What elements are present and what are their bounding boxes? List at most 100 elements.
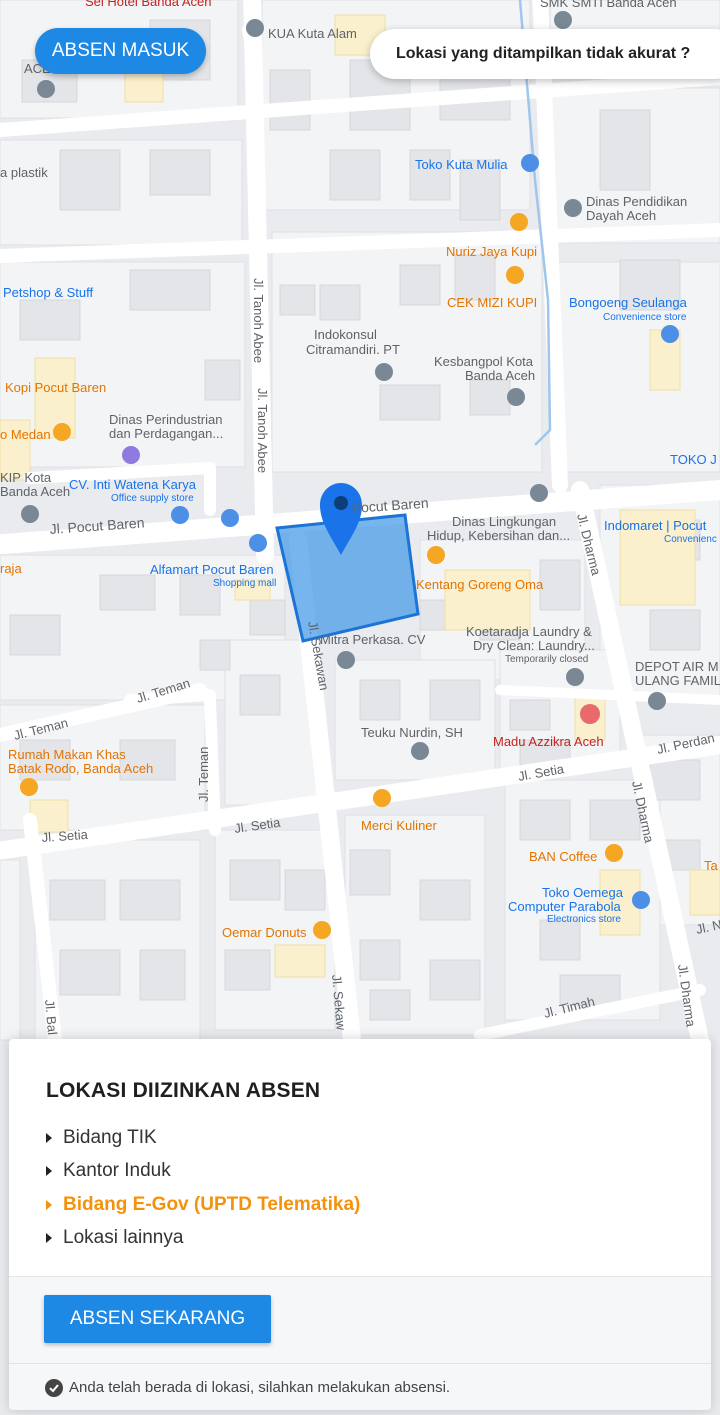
caret-right-icon	[46, 1132, 52, 1143]
map-place-label: ULANG FAMIL	[635, 673, 720, 688]
poi-marker-icon[interactable]	[37, 80, 55, 98]
map-place-label: Banda Aceh	[0, 484, 70, 499]
map-place-label: a plastik	[0, 165, 48, 180]
map-place-label: TOKO J	[670, 452, 717, 467]
map-place-label: Kentang Goreng Oma	[416, 577, 544, 592]
location-label: Lokasi lainnya	[63, 1227, 184, 1249]
panel-title: LOKASI DIIZINKAN ABSEN	[46, 1079, 321, 1102]
poi-marker-icon[interactable]	[566, 668, 584, 686]
restaurant-marker-icon[interactable]	[53, 423, 71, 441]
map-place-label: BAN Coffee	[529, 849, 597, 864]
map-place-label: Dinas Pendidikan	[586, 194, 687, 209]
cafe-marker-icon[interactable]	[313, 921, 331, 939]
absen-sekarang-button[interactable]: ABSEN SEKARANG	[44, 1295, 271, 1343]
location-label: Bidang TIK	[63, 1126, 157, 1148]
panel-footer: ABSEN SEKARANG Anda telah berada di loka…	[9, 1276, 711, 1410]
poi-marker-icon[interactable]	[21, 505, 39, 523]
map-place-label: raja	[0, 561, 22, 576]
map-place-label: Dayah Aceh	[586, 208, 656, 223]
restaurant-marker-icon[interactable]	[20, 778, 38, 796]
location-label: Bidang E-Gov (UPTD Telematika)	[63, 1193, 361, 1215]
location-item-bidang-egov[interactable]: Bidang E-Gov (UPTD Telematika)	[46, 1188, 360, 1222]
map-place-label: o Medan	[0, 427, 51, 442]
map-place-label: SMK SMTI Banda Aceh	[540, 0, 677, 10]
inaccurate-location-button[interactable]: Lokasi yang ditampilkan tidak akurat ?	[370, 29, 720, 79]
shop-marker-icon[interactable]	[661, 325, 679, 343]
location-label: Kantor Induk	[63, 1160, 171, 1182]
poi-marker-icon[interactable]	[530, 484, 548, 502]
map-place-label: dan Perdagangan...	[109, 426, 223, 441]
map-place-label: Mitra Perkasa. CV	[320, 632, 426, 647]
map-place-label: Indokonsul	[314, 327, 377, 342]
shop-marker-icon[interactable]	[632, 891, 650, 909]
map-place-label: Dinas Perindustrian	[109, 412, 222, 427]
shop-marker-icon[interactable]	[521, 154, 539, 172]
poi-marker-icon[interactable]	[246, 19, 264, 37]
poi-marker-icon[interactable]	[337, 651, 355, 669]
map-place-label: Bongoeng Seulanga	[569, 295, 688, 310]
map-place-label: CV. Inti Watena Karya	[69, 477, 197, 492]
location-item-bidang-tik[interactable]: Bidang TIK	[46, 1121, 360, 1155]
map-place-label: Toko Kuta Mulia	[415, 157, 508, 172]
map-place-label: Madu Azzikra Aceh	[493, 734, 604, 749]
map-place-label: Kopi Pocut Baren	[5, 380, 106, 395]
map-place-label: Ta	[704, 858, 719, 873]
map-place-label: Koetaradja Laundry &	[466, 624, 592, 639]
caret-right-icon	[46, 1199, 52, 1210]
map-place-label: Hidup, Kebersihan dan...	[427, 528, 570, 543]
cafe-marker-icon[interactable]	[605, 844, 623, 862]
map-place-label: KUA Kuta Alam	[268, 26, 357, 41]
location-item-kantor-induk[interactable]: Kantor Induk	[46, 1155, 360, 1189]
map-place-label: CEK MIZI KUPI	[447, 295, 537, 310]
map-place-label: Jl. Tanoh Abee	[251, 278, 266, 363]
map-place-label: Jl. Tanoh Abee	[255, 388, 270, 473]
office-marker-icon[interactable]	[122, 446, 140, 464]
poi-marker-icon[interactable]	[648, 692, 666, 710]
allowed-locations-panel: LOKASI DIIZINKAN ABSEN Bidang TIK Kantor…	[9, 1039, 711, 1410]
status-text: Anda telah berada di lokasi, silahkan me…	[69, 1379, 451, 1396]
map-place-label: Batak Rodo, Banda Aceh	[8, 761, 153, 776]
check-circle-icon	[45, 1378, 63, 1397]
store-marker-icon[interactable]	[580, 704, 600, 724]
map-place-label: Convenience store	[603, 312, 687, 323]
map-place-label: Banda Aceh	[465, 368, 535, 383]
map-place-label: Jl. Bal	[42, 999, 60, 1036]
map-place-label: Electronics store	[547, 914, 621, 925]
map-place-label: Rumah Makan Khas	[8, 747, 126, 762]
poi-marker-icon[interactable]	[554, 11, 572, 29]
map-place-label: Sei Hotel Banda Aceh	[85, 0, 211, 9]
map-place-label: Temporarily closed	[505, 654, 588, 665]
map-place-label: Citramandiri. PT	[306, 342, 400, 357]
inaccurate-location-label: Lokasi yang ditampilkan tidak akurat ?	[396, 45, 691, 62]
location-item-lokasi-lainnya[interactable]: Lokasi lainnya	[46, 1222, 360, 1256]
map-place-label: Jl. Teman	[196, 747, 211, 802]
map-place-label: Petshop & Stuff	[3, 285, 93, 300]
cafe-marker-icon[interactable]	[510, 213, 528, 231]
map-place-label: Teuku Nurdin, SH	[361, 725, 463, 740]
poi-marker-icon[interactable]	[411, 742, 429, 760]
map-place-label: Nuriz Jaya Kupi	[446, 244, 537, 259]
absen-masuk-button[interactable]: ABSEN MASUK	[35, 28, 206, 74]
map-place-label: Dinas Lingkungan	[452, 514, 556, 529]
map-place-label: Oemar Donuts	[222, 925, 307, 940]
poi-marker-icon[interactable]	[375, 363, 393, 381]
shop-marker-icon[interactable]	[249, 534, 267, 552]
poi-marker-icon[interactable]	[507, 388, 525, 406]
shop-marker-icon[interactable]	[171, 506, 189, 524]
restaurant-marker-icon[interactable]	[373, 789, 391, 807]
shop-marker-icon[interactable]	[221, 509, 239, 527]
caret-right-icon	[46, 1166, 52, 1177]
map-place-label: KIP Kota	[0, 470, 52, 485]
map-place-label: Toko Oemega	[542, 885, 624, 900]
map-place-label: Convenienc	[664, 534, 717, 545]
location-list: Bidang TIK Kantor Induk Bidang E-Gov (UP…	[46, 1121, 360, 1255]
map-place-label: Shopping mall	[213, 578, 276, 589]
cafe-marker-icon[interactable]	[427, 546, 445, 564]
map-place-label: Computer Parabola	[508, 899, 621, 914]
poi-marker-icon[interactable]	[564, 199, 582, 217]
map-place-label: DEPOT AIR M	[635, 659, 719, 674]
status-message: Anda telah berada di lokasi, silahkan me…	[9, 1363, 711, 1410]
caret-right-icon	[46, 1233, 52, 1244]
map-place-label: Office supply store	[111, 493, 194, 504]
cafe-marker-icon[interactable]	[506, 266, 524, 284]
